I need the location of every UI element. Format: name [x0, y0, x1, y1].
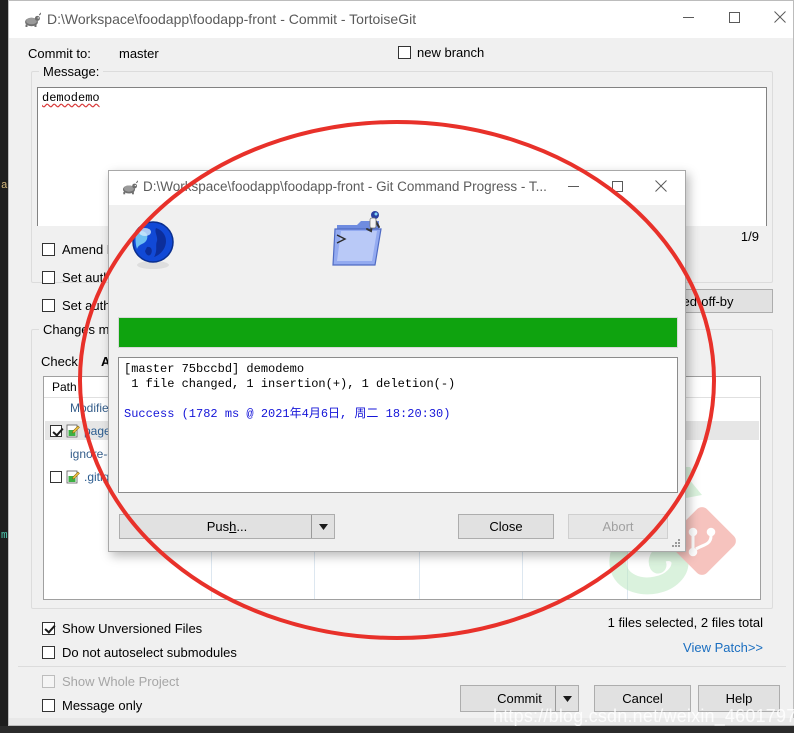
abort-label: Abort	[602, 519, 634, 534]
view-patch-link[interactable]: View Patch>>	[683, 640, 763, 655]
globe-icon	[132, 221, 174, 269]
commit-titlebar[interactable]: D:\Workspace\foodapp\foodapp-front - Com…	[9, 1, 793, 38]
folder-transfer-icon	[332, 211, 382, 266]
push-button-label: Push...	[206, 519, 248, 534]
file-row-checkbox[interactable]	[50, 424, 62, 437]
cancel-button-label: Cancel	[622, 691, 663, 706]
show-whole-project-label: Show Whole Project	[62, 674, 180, 689]
amend-last-commit-checkbox[interactable]	[42, 243, 55, 256]
files-status-text: 1 files selected, 2 files total	[607, 615, 763, 630]
editor-token: a	[1, 180, 8, 192]
help-button[interactable]: Help	[698, 685, 780, 712]
message-only-row[interactable]: Message only	[42, 698, 142, 713]
minimize-button[interactable]	[665, 1, 711, 33]
do-not-autoselect-submodules-checkbox[interactable]	[42, 646, 55, 659]
message-only-checkbox[interactable]	[42, 699, 55, 712]
show-unversioned-files-label: Show Unversioned Files	[62, 621, 203, 636]
new-branch-label: new branch	[417, 45, 485, 60]
progress-close-action-button[interactable]: Close	[458, 514, 554, 539]
column-header-path[interactable]: Path	[52, 380, 77, 394]
message-legend: Message:	[39, 64, 104, 79]
log-line-2: 1 file changed, 1 insertion(+), 1 deleti…	[124, 377, 456, 391]
commit-dropdown-arrow[interactable]	[555, 686, 578, 711]
progress-maximize-button[interactable]	[595, 171, 639, 201]
modified-file-icon	[66, 470, 80, 484]
new-branch-checkbox[interactable]	[398, 46, 411, 59]
progress-bar	[118, 317, 678, 348]
desktop-bottom-strip	[0, 726, 794, 733]
message-counter: 1/9	[740, 229, 759, 244]
show-whole-project-row: Show Whole Project	[42, 674, 179, 689]
check-label: Check:	[41, 354, 82, 369]
commit-button[interactable]: Commit	[460, 685, 579, 712]
push-dropdown-arrow[interactable]	[311, 515, 334, 538]
progress-close-label: Close	[489, 519, 523, 534]
show-unversioned-files-row[interactable]: Show Unversioned Files	[42, 621, 202, 636]
progress-dialog-titlebar[interactable]: D:\Workspace\foodapp\foodapp-front - Git…	[109, 171, 685, 205]
editor-token: m	[1, 530, 8, 542]
abort-button: Abort	[568, 514, 668, 539]
git-command-progress-dialog: D:\Workspace\foodapp\foodapp-front - Git…	[108, 170, 686, 552]
close-button[interactable]	[757, 1, 794, 33]
tortoisegit-icon	[23, 11, 42, 29]
window-bottom-edge	[9, 718, 794, 725]
progress-close-button[interactable]	[639, 171, 683, 201]
log-success-line: Success (1782 ms @ 2021年4月6日, 周二 18:20:3…	[124, 407, 451, 421]
maximize-button[interactable]	[711, 1, 757, 33]
commit-to-branch[interactable]: master	[119, 46, 159, 61]
set-author-date-checkbox[interactable]	[42, 271, 55, 284]
progress-dialog-title: D:\Workspace\foodapp\foodapp-front - Git…	[143, 179, 547, 194]
command-log-output[interactable]: [master 75bccbd] demodemo 1 file changed…	[118, 357, 678, 493]
do-not-autoselect-submodules-label: Do not autoselect submodules	[62, 645, 237, 660]
message-text: demodemo	[42, 91, 100, 105]
cancel-button[interactable]: Cancel	[594, 685, 691, 712]
help-button-label: Help	[725, 691, 753, 706]
commit-to-label: Commit to:	[28, 46, 91, 61]
show-unversioned-files-checkbox[interactable]	[42, 622, 55, 635]
do-not-autoselect-submodules-row[interactable]: Do not autoselect submodules	[42, 645, 237, 660]
show-whole-project-checkbox	[42, 675, 55, 688]
modified-file-icon	[66, 424, 80, 438]
new-branch-checkbox-row[interactable]: new branch	[398, 45, 484, 60]
file-row-checkbox[interactable]	[50, 470, 62, 483]
tortoisegit-icon	[121, 179, 139, 196]
log-line-1: [master 75bccbd] demodemo	[124, 362, 305, 376]
resize-grip-icon[interactable]	[671, 538, 681, 548]
set-author-checkbox[interactable]	[42, 299, 55, 312]
divider	[18, 666, 786, 667]
window-title: D:\Workspace\foodapp\foodapp-front - Com…	[47, 11, 417, 27]
message-only-label: Message only	[62, 698, 143, 713]
push-button[interactable]: Push...	[119, 514, 335, 539]
progress-minimize-button[interactable]	[551, 171, 595, 201]
commit-button-label: Commit	[497, 691, 542, 706]
